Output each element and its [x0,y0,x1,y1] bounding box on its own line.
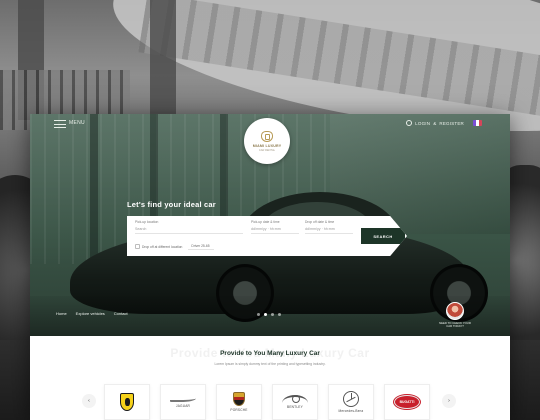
brand-card[interactable]: BUGATTI [384,384,430,420]
ferrari-logo-icon [120,393,134,411]
slider-dot[interactable] [271,313,274,316]
language-flag-icon[interactable] [473,120,482,126]
hero-nav-link[interactable]: Contact [114,311,128,316]
register-link[interactable]: REGISTER [439,121,464,126]
brands-description: Lorem Ipsum is simply dummy text of the … [214,362,326,366]
crest-icon [261,130,273,142]
slider-dot[interactable] [257,313,260,316]
brands-prev-button[interactable]: ‹ [82,394,96,408]
return-date-label: Drop off date & time [305,220,335,224]
brand-name: Mercedes-Benz [338,409,364,413]
bugatti-logo-icon: BUGATTI [394,395,420,409]
bentley-logo-icon [282,395,308,403]
brand-name: BENTLEY [287,405,303,409]
mercedes-logo-icon [343,391,359,407]
different-location-option[interactable]: Drop off at different location [135,244,182,249]
brand-card[interactable]: Mercedes-Benz [328,384,374,420]
return-date-field[interactable]: Drop off date & time dd/mm/yy · hh:mm [305,220,353,236]
brands-section: Provide to You Many Luxury Car Provide t… [30,336,510,420]
hero-nav-link[interactable]: Explore vehicles [76,311,105,316]
brand-name: JAGUAR [175,404,191,408]
logo-name: MIAMI LUXURY [252,143,282,148]
menu-label[interactable]: MENU [69,120,85,126]
search-panel: Pick-up location Search Pick-up date & t… [127,216,407,256]
brand-card[interactable]: JAGUAR [160,384,206,420]
hero-section: MENU LOGIN & REGISTER MIAMI LUXURY CAR R… [30,114,510,336]
hero-title: Let's find your ideal car [127,200,216,209]
driver-age-option[interactable]: Driver 25-65 [188,243,215,250]
pickup-location-field[interactable]: Pick-up location Search [135,220,243,236]
agent-text: NEED TO CHECK YOUR CAR TODAY? [439,321,471,329]
pickup-date-field[interactable]: Pick-up date & time dd/mm/yy · hh:mm [251,220,299,236]
pickup-date-input[interactable]: dd/mm/yy · hh:mm [251,226,299,234]
website-mockup: MENU LOGIN & REGISTER MIAMI LUXURY CAR R… [30,114,510,420]
search-button[interactable]: SEARCH [361,228,405,244]
site-logo[interactable]: MIAMI LUXURY CAR RENTAL [244,118,290,164]
brand-name: BUGATTI [399,400,415,404]
brand-name: PORSCHE [230,408,248,412]
search-options: Drop off at different location Driver 25… [135,243,215,250]
slider-dot[interactable] [264,313,267,316]
return-date-input[interactable]: dd/mm/yy · hh:mm [305,226,353,234]
pickup-location-label: Pick-up location [135,220,159,224]
menu-icon[interactable] [54,120,66,128]
pickup-date-label: Pick-up date & time [251,220,280,224]
brands-title: Provide to You Many Luxury Car [220,350,320,357]
hero-nav: Home Explore vehicles Contact [56,311,128,316]
brands-next-button[interactable]: › [442,394,456,408]
checkbox-icon[interactable] [135,244,140,249]
login-link[interactable]: LOGIN [415,121,430,126]
brand-card[interactable]: PORSCHE [216,384,262,420]
brand-card[interactable]: BENTLEY [272,384,318,420]
slider-dots [257,313,281,316]
driver-age-select[interactable]: Driver 25-65 [188,243,215,250]
support-agent[interactable]: NEED TO CHECK YOUR CAR TODAY? [438,302,472,329]
porsche-logo-icon [233,392,245,406]
agent-avatar[interactable] [446,302,464,320]
slider-dot[interactable] [278,313,281,316]
user-icon [406,120,413,126]
logo-tagline: CAR RENTAL [258,148,276,152]
background-pillar [150,0,176,120]
auth-separator: & [433,120,437,126]
jaguar-logo-icon [170,396,196,402]
brand-card[interactable] [104,384,150,420]
hero-nav-link[interactable]: Home [56,311,67,316]
different-location-label: Drop off at different location [142,244,183,249]
pickup-location-input[interactable]: Search [135,226,243,234]
auth-links: LOGIN & REGISTER [406,120,464,126]
